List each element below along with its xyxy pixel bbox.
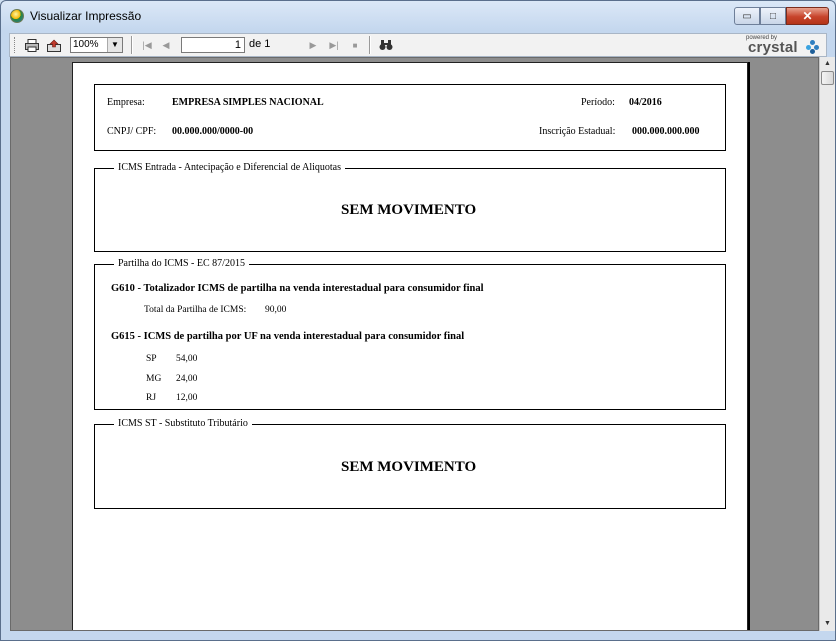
total-partilha-value: 90,00 <box>265 305 287 315</box>
uf-row-code: MG <box>146 374 162 384</box>
section-partilha-legend: Partilha do ICMS - EC 87/2015 <box>114 258 249 269</box>
minimize-button[interactable]: ▭ <box>734 7 760 25</box>
page-number-input[interactable]: 1 <box>181 37 245 53</box>
ie-value: 000.000.000.000 <box>632 126 700 137</box>
stop-icon[interactable]: ■ <box>349 37 361 53</box>
window-controls: ▭ □ ✕ <box>734 7 829 25</box>
cnpj-label: CNPJ/ CPF: <box>107 126 157 137</box>
empresa-value: EMPRESA SIMPLES NACIONAL <box>172 97 324 108</box>
viewer-toolbar: 100% ▼ |◀ ◀ 1 de 1 ▶ ▶| ■ powered by cry… <box>9 33 827 57</box>
close-button[interactable]: ✕ <box>786 7 829 25</box>
crystal-logo-icon <box>806 40 820 54</box>
g610-title: G610 - Totalizador ICMS de partilha na v… <box>111 283 484 294</box>
previous-page-icon[interactable]: ◀ <box>160 37 172 53</box>
crystal-logo: powered by crystal <box>746 35 820 56</box>
scrollbar-thumb[interactable] <box>821 71 834 85</box>
empresa-label: Empresa: <box>107 97 145 108</box>
section-icms-st-legend: ICMS ST - Substituto Tributário <box>114 418 252 429</box>
scroll-up-icon[interactable]: ▲ <box>820 57 835 71</box>
zoom-value: 100% <box>73 39 99 50</box>
toolbar-separator <box>131 36 132 54</box>
first-page-icon[interactable]: |◀ <box>140 37 154 53</box>
uf-row-code: RJ <box>146 393 157 403</box>
search-icon[interactable] <box>378 37 394 53</box>
vertical-scrollbar[interactable]: ▲ ▼ <box>819 57 835 631</box>
section-icms-entrada-legend: ICMS Entrada - Antecipação e Diferencial… <box>114 162 345 173</box>
next-page-icon[interactable]: ▶ <box>307 37 319 53</box>
uf-row-value: 54,00 <box>176 354 198 364</box>
uf-row-value: 24,00 <box>176 374 198 384</box>
maximize-button[interactable]: □ <box>760 7 786 25</box>
section-icms-entrada-message: SEM MOVIMENTO <box>341 202 477 218</box>
app-icon <box>10 9 24 23</box>
last-page-icon[interactable]: ▶| <box>327 37 341 53</box>
report-viewer-area: Empresa: EMPRESA SIMPLES NACIONAL Períod… <box>10 57 819 631</box>
title-bar[interactable]: Visualizar Impressão ▭ □ ✕ <box>1 1 835 31</box>
page-count-label: de 1 <box>249 38 271 50</box>
preview-window: Visualizar Impressão ▭ □ ✕ 100% ▼ |◀ ◀ 1… <box>0 0 836 641</box>
brand-name: crystal <box>748 39 798 56</box>
export-icon[interactable] <box>46 37 62 53</box>
periodo-label: Período: <box>581 97 615 108</box>
uf-row-code: SP <box>146 354 157 364</box>
print-icon[interactable] <box>24 37 40 53</box>
ie-label: Inscrição Estadual: <box>539 126 616 137</box>
uf-row-value: 12,00 <box>176 393 198 403</box>
periodo-value: 04/2016 <box>629 97 662 108</box>
g615-title: G615 - ICMS de partilha por UF na venda … <box>111 331 465 342</box>
toolbar-separator <box>369 36 370 54</box>
zoom-select[interactable]: 100% ▼ <box>70 37 123 53</box>
report-page: Empresa: EMPRESA SIMPLES NACIONAL Períod… <box>72 62 748 630</box>
window-bottom-edge <box>1 631 835 640</box>
toolbar-grip[interactable] <box>14 37 18 53</box>
section-icms-st-message: SEM MOVIMENTO <box>341 459 477 475</box>
window-title: Visualizar Impressão <box>30 9 142 23</box>
report-header-box <box>94 84 726 151</box>
scroll-down-icon[interactable]: ▼ <box>820 617 835 631</box>
total-partilha-label: Total da Partilha de ICMS: <box>144 305 247 315</box>
cnpj-value: 00.000.000/0000-00 <box>172 126 254 137</box>
chevron-down-icon[interactable]: ▼ <box>107 38 122 52</box>
